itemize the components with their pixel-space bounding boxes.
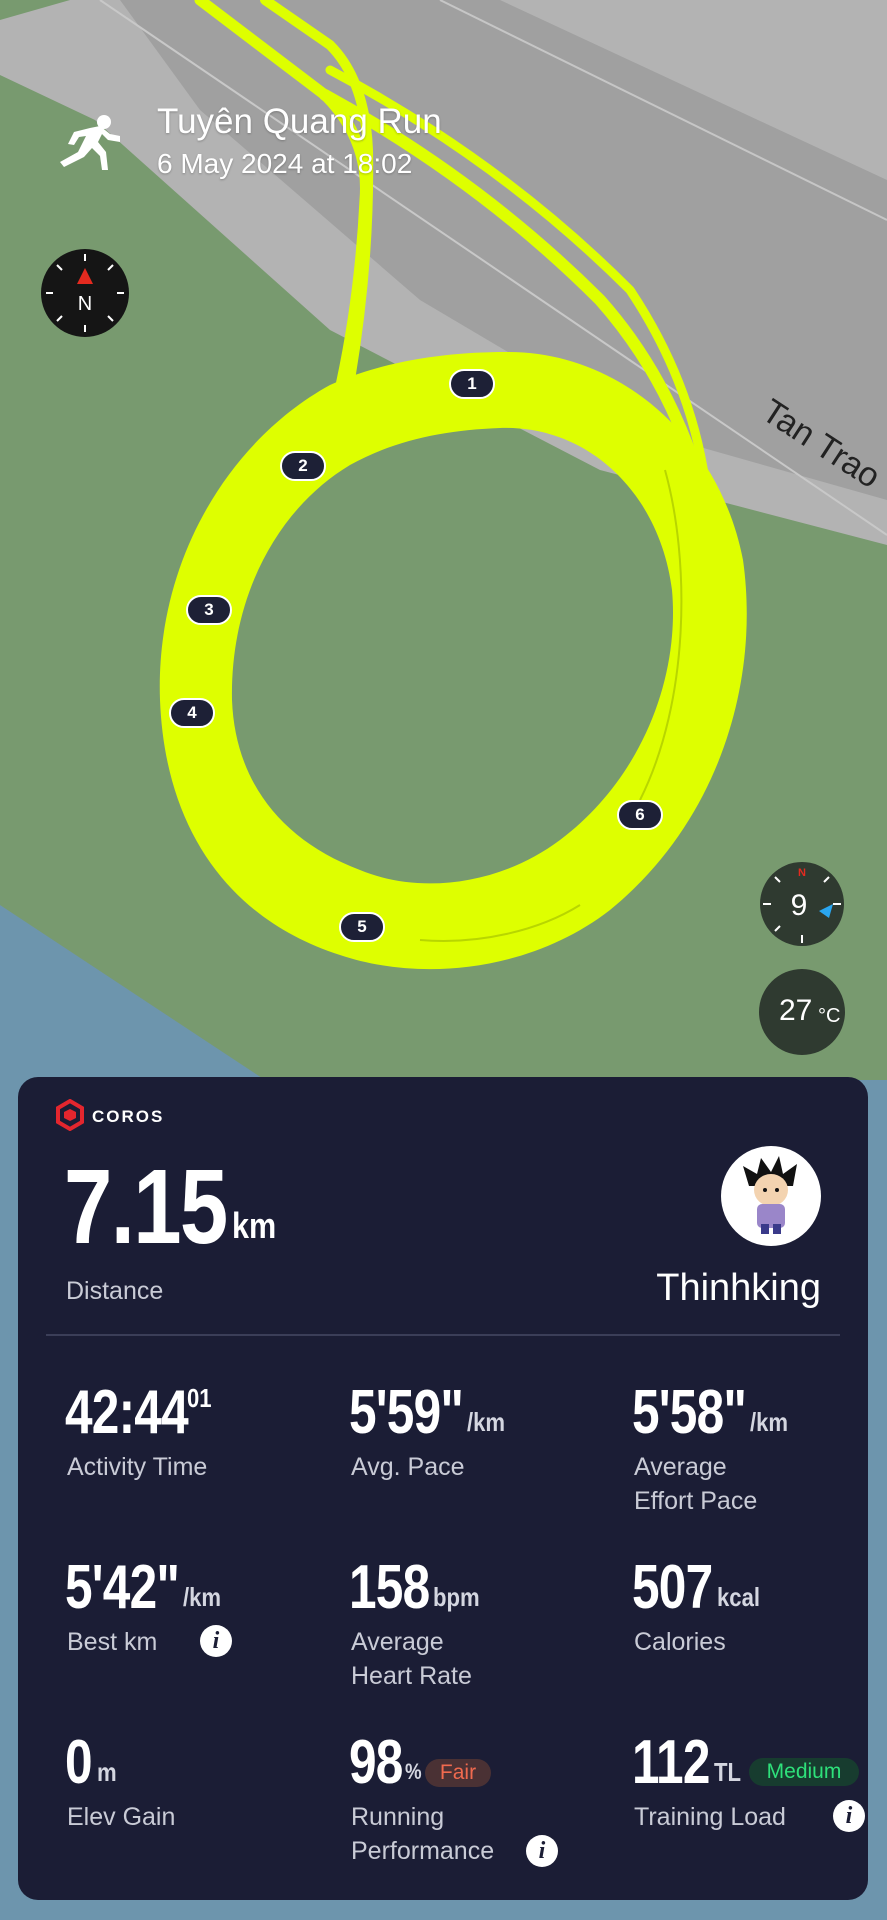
- best-km-value: 5'42": [65, 1553, 180, 1622]
- lap-marker-4[interactable]: 4: [169, 698, 215, 728]
- stat-running-performance: 98 % Fair Running Performance i: [349, 1727, 619, 1867]
- effort-pace-unit: /km: [750, 1407, 789, 1437]
- user-name: Thinhking: [656, 1267, 821, 1309]
- compass-north-label: N: [78, 293, 92, 315]
- avg-pace-unit: /km: [467, 1407, 506, 1437]
- training-load-value: 112: [632, 1728, 710, 1797]
- activity-date: 6 May 2024 at 18:02: [157, 148, 413, 179]
- activity-time-label: Activity Time: [67, 1453, 208, 1481]
- stat-best-km: 5'42" /km Best km i: [65, 1552, 335, 1692]
- avatar-image: [743, 1156, 797, 1234]
- training-load-info-icon[interactable]: i: [833, 1800, 865, 1832]
- distance-unit: km: [232, 1205, 277, 1246]
- coros-logo: COROS: [54, 1098, 204, 1135]
- activity-time-hundredths: 01: [187, 1383, 212, 1413]
- wind-north-label: N: [798, 867, 806, 879]
- heart-rate-label-line2: Heart Rate: [351, 1662, 472, 1690]
- wind-indicator: N 9: [760, 862, 844, 946]
- heart-rate-label-line1: Average: [351, 1628, 444, 1656]
- stat-heart-rate: 158 bpm Average Heart Rate: [349, 1552, 619, 1692]
- heart-rate-value: 158: [349, 1553, 430, 1622]
- calories-value: 507: [632, 1553, 713, 1622]
- activity-title: Tuyên Quang Run: [157, 102, 442, 141]
- activity-summary-card: COROS 7.15 km Distance Thinhking 42:44 0…: [18, 1077, 868, 1900]
- lap-marker-3[interactable]: 3: [186, 595, 232, 625]
- stat-training-load: 112 TL Medium Training Load i: [632, 1727, 887, 1867]
- training-load-badge: Medium: [749, 1758, 859, 1786]
- temperature-indicator: 27 °C: [759, 969, 845, 1055]
- effort-pace-value: 5'58": [632, 1378, 747, 1447]
- lap-marker-2[interactable]: 2: [280, 451, 326, 481]
- lap-marker-6[interactable]: 6: [617, 800, 663, 830]
- lap-marker-1[interactable]: 1: [449, 369, 495, 399]
- brand-name: COROS: [92, 1107, 165, 1126]
- heart-rate-unit: bpm: [433, 1582, 480, 1612]
- running-performance-label-line2: Performance: [351, 1837, 495, 1865]
- avg-pace-label: Avg. Pace: [351, 1453, 465, 1481]
- running-performance-info-icon[interactable]: i: [526, 1835, 558, 1867]
- temperature-value: 27: [779, 994, 813, 1027]
- elev-gain-label: Elev Gain: [67, 1803, 176, 1831]
- temperature-unit: °C: [818, 1005, 841, 1027]
- activity-header: Tuyên Quang Run 6 May 2024 at 18:02: [52, 100, 652, 180]
- divider: [46, 1334, 840, 1336]
- training-load-label: Training Load: [634, 1803, 786, 1831]
- stat-effort-pace: 5'58" /km Average Effort Pace: [632, 1377, 887, 1517]
- compass-icon[interactable]: N: [40, 248, 130, 338]
- stat-activity-time: 42:44 01 Activity Time: [65, 1377, 335, 1517]
- running-performance-value: 98: [349, 1728, 403, 1797]
- avg-pace-value: 5'59": [349, 1378, 464, 1447]
- wind-speed-value: 9: [791, 889, 808, 922]
- calories-unit: kcal: [717, 1582, 761, 1612]
- elev-gain-value: 0: [65, 1728, 93, 1797]
- elev-gain-unit: m: [97, 1757, 117, 1787]
- distance-value: 7.15: [64, 1148, 228, 1266]
- coros-logo-icon: [56, 1098, 84, 1132]
- best-km-unit: /km: [183, 1582, 222, 1612]
- running-person-icon: [60, 115, 120, 170]
- training-load-unit: TL: [714, 1757, 742, 1787]
- effort-pace-label-line1: Average: [634, 1453, 727, 1481]
- best-km-info-icon[interactable]: i: [200, 1625, 232, 1657]
- lap-marker-5[interactable]: 5: [339, 912, 385, 942]
- calories-label: Calories: [634, 1628, 726, 1656]
- running-performance-label-line1: Running: [351, 1803, 445, 1831]
- activity-time-value: 42:44: [65, 1378, 189, 1447]
- running-performance-badge: Fair: [425, 1759, 491, 1787]
- stat-elev-gain: 0 m Elev Gain: [65, 1727, 335, 1867]
- stat-avg-pace: 5'59" /km Avg. Pace: [349, 1377, 619, 1517]
- distance-label: Distance: [66, 1277, 164, 1305]
- avatar[interactable]: [721, 1146, 821, 1246]
- effort-pace-label-line2: Effort Pace: [634, 1487, 758, 1515]
- stat-calories: 507 kcal Calories: [632, 1552, 887, 1692]
- best-km-label: Best km: [67, 1628, 158, 1656]
- running-performance-unit: %: [405, 1759, 422, 1784]
